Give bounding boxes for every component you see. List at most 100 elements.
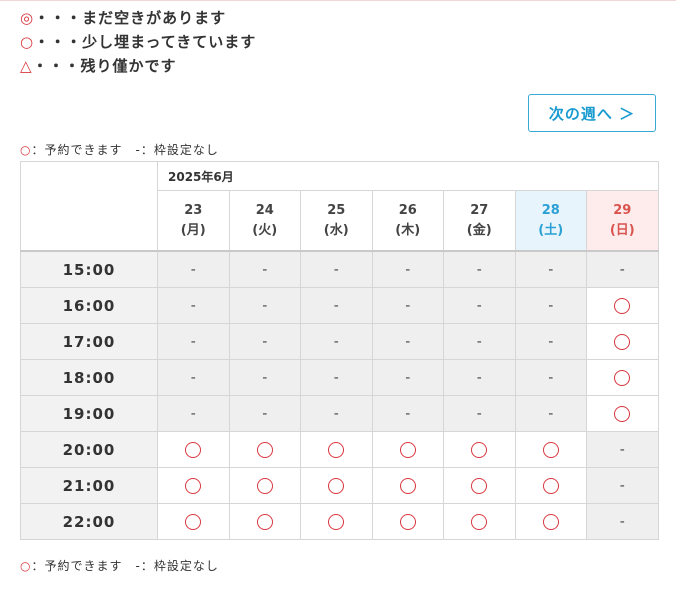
slot-unavailable: - xyxy=(300,287,373,324)
slot-unavailable: - xyxy=(157,395,230,432)
available-circle-icon xyxy=(185,441,202,458)
slot-unavailable: - xyxy=(300,323,373,360)
slot-unavailable: - xyxy=(371,287,444,324)
time-label: 18:00 xyxy=(20,359,158,396)
time-row: 16:00- - - - - - xyxy=(20,287,659,324)
slot-unavailable: - xyxy=(228,323,301,360)
time-row: 18:00- - - - - - xyxy=(20,359,659,396)
available-circle-icon xyxy=(542,477,559,494)
time-label: 16:00 xyxy=(20,287,158,324)
slot-available[interactable] xyxy=(371,431,444,468)
slot-unavailable: - xyxy=(371,250,444,288)
time-label: 17:00 xyxy=(20,323,158,360)
slot-available[interactable] xyxy=(586,323,659,360)
reservation-calendar: 2025年6月 23 (月) 24 (火) 25 (水) 26 (木) 27 (金) 28 (土) 29… xyxy=(20,161,659,540)
day-weekday: (金) xyxy=(466,222,492,238)
slot-available[interactable] xyxy=(586,395,659,432)
slot-available[interactable] xyxy=(443,467,516,504)
time-label: 19:00 xyxy=(20,395,158,432)
slot-available[interactable] xyxy=(228,467,301,504)
slot-available[interactable] xyxy=(228,503,301,540)
slot-available[interactable] xyxy=(300,467,373,504)
slot-unavailable: - xyxy=(371,395,444,432)
slot-unavailable: - xyxy=(228,250,301,288)
time-row: 21:00 - xyxy=(20,467,659,504)
time-row: 19:00- - - - - - xyxy=(20,395,659,432)
day-weekday: (火) xyxy=(252,222,278,238)
time-label: 21:00 xyxy=(20,467,158,504)
calendar-corner xyxy=(20,161,158,252)
time-row: 20:00 - xyxy=(20,431,659,468)
day-header-5: 28 (土) xyxy=(514,190,587,252)
legend-filling: ○・・・少し埋まってきています xyxy=(20,33,257,51)
slot-unavailable: - xyxy=(514,323,587,360)
slot-unavailable: - xyxy=(228,287,301,324)
slot-available[interactable] xyxy=(586,287,659,324)
slot-available[interactable] xyxy=(300,503,373,540)
slot-unavailable: - xyxy=(443,287,516,324)
available-circle-icon xyxy=(399,441,416,458)
slot-available[interactable] xyxy=(443,431,516,468)
slot-unavailable: - xyxy=(586,250,659,288)
next-week-button[interactable]: 次の週へ ＞ xyxy=(528,94,656,132)
available-circle-icon xyxy=(614,297,631,314)
time-row: 17:00- - - - - - xyxy=(20,323,659,360)
day-date: 28 xyxy=(541,202,560,218)
slot-available[interactable] xyxy=(157,467,230,504)
slot-key-bottom: ○：予約できます -：枠設定なし xyxy=(20,559,219,573)
slot-available[interactable] xyxy=(514,431,587,468)
slot-unavailable: - xyxy=(514,250,587,288)
slot-available[interactable] xyxy=(514,467,587,504)
time-row: 22:00 - xyxy=(20,503,659,540)
time-label: 15:00 xyxy=(20,250,158,288)
available-circle-icon xyxy=(256,513,273,530)
available-circle-icon xyxy=(614,405,631,422)
available-circle-icon xyxy=(328,513,345,530)
slot-unavailable: - xyxy=(514,395,587,432)
slot-available[interactable] xyxy=(157,431,230,468)
slot-unavailable: - xyxy=(586,503,659,540)
slot-unavailable: - xyxy=(300,250,373,288)
slot-available[interactable] xyxy=(228,431,301,468)
available-circle-icon xyxy=(471,477,488,494)
slot-available[interactable] xyxy=(371,503,444,540)
available-circle-icon xyxy=(328,441,345,458)
available-circle-icon xyxy=(399,513,416,530)
day-weekday: (月) xyxy=(180,222,206,238)
slot-unavailable: - xyxy=(371,359,444,396)
slots-body: 15:00- - - - - - -16:00- - - - - -17:00- - - - - -18:00-… xyxy=(20,250,659,540)
available-circle-icon xyxy=(185,513,202,530)
day-date: 26 xyxy=(398,202,417,218)
month-label: 2025年6月 xyxy=(157,161,659,191)
top-divider xyxy=(0,0,676,1)
day-header-2: 25 (水) xyxy=(300,190,373,252)
available-circle-icon xyxy=(328,477,345,494)
available-circle-icon xyxy=(471,441,488,458)
available-circle-icon xyxy=(256,441,273,458)
day-weekday: (水) xyxy=(323,222,349,238)
time-row: 15:00- - - - - - - xyxy=(20,250,659,288)
availability-legend: ◎・・・まだ空きがあります ○・・・少し埋まってきています △・・・残り僅かです xyxy=(20,6,256,78)
slot-available[interactable] xyxy=(443,503,516,540)
day-header-3: 26 (木) xyxy=(371,190,444,252)
slot-available[interactable] xyxy=(514,503,587,540)
slot-key-top: ○：予約できます -：枠設定なし xyxy=(20,143,219,157)
slot-unavailable: - xyxy=(443,250,516,288)
day-date: 27 xyxy=(470,202,489,218)
available-circle-icon xyxy=(614,333,631,350)
slot-available[interactable] xyxy=(586,359,659,396)
available-circle-icon xyxy=(185,477,202,494)
slot-unavailable: - xyxy=(443,323,516,360)
slot-unavailable: - xyxy=(586,467,659,504)
available-circle-icon xyxy=(542,441,559,458)
slot-unavailable: - xyxy=(228,395,301,432)
slot-available[interactable] xyxy=(371,467,444,504)
slot-available[interactable] xyxy=(157,503,230,540)
day-header-0: 23 (月) xyxy=(157,190,230,252)
day-date: 25 xyxy=(327,202,346,218)
available-circle-icon xyxy=(542,513,559,530)
day-header-4: 27 (金) xyxy=(443,190,516,252)
slot-unavailable: - xyxy=(371,323,444,360)
slot-unavailable: - xyxy=(586,431,659,468)
slot-available[interactable] xyxy=(300,431,373,468)
